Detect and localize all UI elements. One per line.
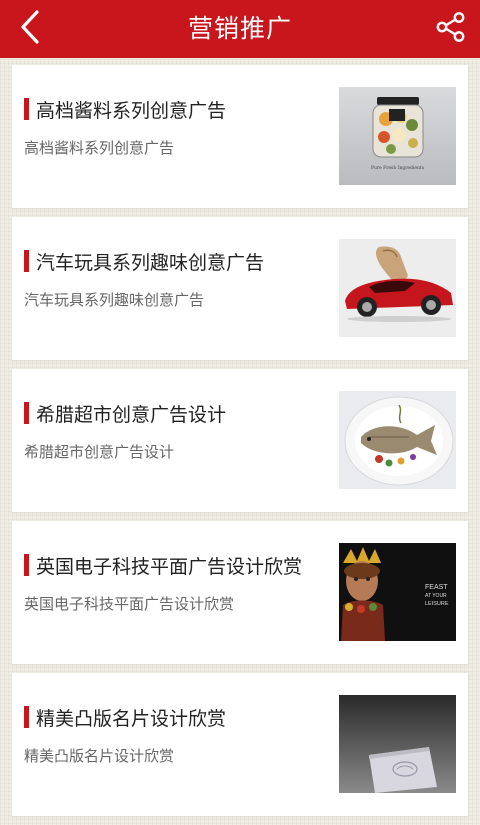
- image-caption-line: LEISURE: [425, 601, 449, 607]
- sauce-jar-ad-image: Pure Fresh Ingredients: [339, 87, 456, 185]
- list-item[interactable]: 精美凸版名片设计欣赏 精美凸版名片设计欣赏: [12, 673, 468, 816]
- accent-bar: [24, 402, 29, 424]
- list-item[interactable]: 高档酱料系列创意广告 高档酱料系列创意广告 Pure Fresh Ingredi…: [12, 65, 468, 208]
- share-button[interactable]: [430, 9, 470, 49]
- share-icon: [434, 11, 466, 47]
- image-caption-line: AT YOUR: [425, 593, 447, 599]
- app-header: 营销推广: [0, 0, 480, 58]
- item-subtitle: 希腊超市创意广告设计: [24, 443, 175, 461]
- item-title: 精美凸版名片设计欣赏: [36, 708, 227, 730]
- item-subtitle: 高档酱料系列创意广告: [24, 139, 175, 157]
- list-item[interactable]: 汽车玩具系列趣味创意广告 汽车玩具系列趣味创意广告: [12, 217, 468, 360]
- item-subtitle: 汽车玩具系列趣味创意广告: [24, 291, 205, 309]
- accent-bar: [24, 98, 29, 120]
- letterpress-business-card-image: [339, 695, 456, 793]
- item-subtitle: 英国电子科技平面广告设计欣赏: [24, 595, 235, 613]
- feast-at-your-leisure-ad-image: FEAST AT YOUR LEISURE: [339, 543, 456, 641]
- item-title: 高档酱料系列创意广告: [36, 100, 227, 122]
- accent-bar: [24, 250, 29, 272]
- accent-bar: [24, 706, 29, 728]
- item-title: 英国电子科技平面广告设计欣赏: [36, 556, 303, 578]
- item-title: 汽车玩具系列趣味创意广告: [36, 252, 265, 274]
- image-caption: Pure Fresh Ingredients: [371, 165, 425, 171]
- list-item[interactable]: 英国电子科技平面广告设计欣赏 英国电子科技平面广告设计欣赏 FEAST AT Y…: [12, 521, 468, 664]
- list-item[interactable]: 希腊超市创意广告设计 希腊超市创意广告设计: [12, 369, 468, 512]
- promo-list: 高档酱料系列创意广告 高档酱料系列创意广告 Pure Fresh Ingredi…: [12, 65, 468, 825]
- toy-car-shoe-ad-image: [339, 239, 456, 337]
- item-subtitle: 精美凸版名片设计欣赏: [24, 747, 175, 765]
- page-title: 营销推广: [187, 14, 292, 43]
- item-title: 希腊超市创意广告设计: [36, 404, 227, 426]
- accent-bar: [24, 554, 29, 576]
- fish-plate-ad-image: [339, 391, 456, 489]
- image-caption-line: FEAST: [425, 584, 448, 591]
